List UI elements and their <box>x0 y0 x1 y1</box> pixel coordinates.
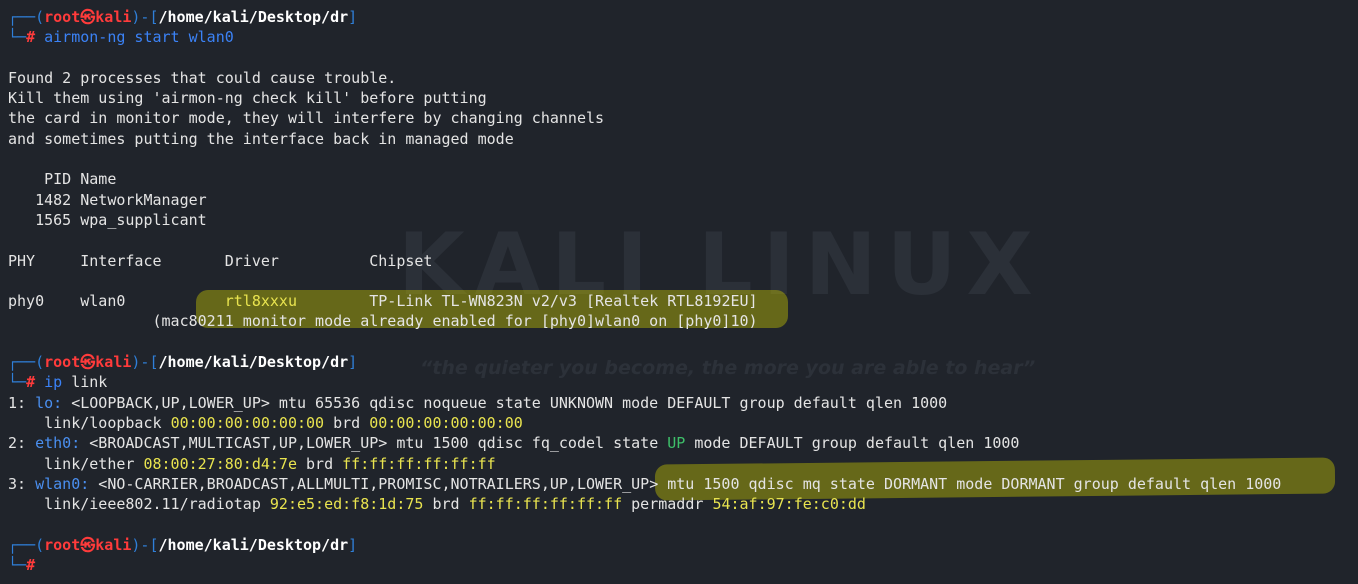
output-line: the card in monitor mode, they will inte… <box>8 109 605 128</box>
process-row: 1482 NetworkManager <box>8 190 207 209</box>
prompt-line-3: ┌──(root㉿kali)-[/home/kali/Desktop/dr] <box>8 535 358 554</box>
terminal[interactable]: ┌──(root㉿kali)-[/home/kali/Desktop/dr] └… <box>8 7 1358 575</box>
iface-wlan0: 3: wlan0: <NO-CARRIER,BROADCAST,ALLMULTI… <box>8 474 1282 493</box>
output-line: Kill them using 'airmon-ng check kill' b… <box>8 89 487 108</box>
interface-table-header: PHY Interface Driver Chipset <box>8 251 433 270</box>
interface-table-row: phy0 wlan0 rtl8xxxu TP-Link TL-WN823N v2… <box>8 292 758 311</box>
process-row: 1565 wpa_supplicant <box>8 210 207 229</box>
prompt-line-2: ┌──(root㉿kali)-[/home/kali/Desktop/dr] <box>8 353 358 372</box>
command-text: airmon-ng start wlan0 <box>44 28 234 47</box>
iface-eth0-link: link/ether 08:00:27:80:d4:7e brd ff:ff:f… <box>8 454 496 473</box>
iface-lo: 1: lo: <LOOPBACK,UP,LOWER_UP> mtu 65536 … <box>8 393 948 412</box>
output-line: and sometimes putting the interface back… <box>8 129 514 148</box>
process-header: PID Name <box>8 170 117 189</box>
monitor-mode-note: (mac80211 monitor mode already enabled f… <box>8 312 758 331</box>
command-line-2: └─# ip link <box>8 373 108 392</box>
iface-lo-link: link/loopback 00:00:00:00:00:00 brd 00:0… <box>8 413 523 432</box>
command-line-3[interactable]: └─# <box>8 555 1358 575</box>
terminal-cursor <box>44 558 53 574</box>
iface-wlan0-link: link/ieee802.11/radiotap 92:e5:ed:f8:1d:… <box>8 495 866 514</box>
command-line-1: └─# airmon-ng start wlan0 <box>8 28 234 47</box>
prompt-line-1: ┌──(root㉿kali)-[/home/kali/Desktop/dr] <box>8 8 358 26</box>
output-line: Found 2 processes that could cause troub… <box>8 68 397 87</box>
iface-eth0: 2: eth0: <BROADCAST,MULTICAST,UP,LOWER_U… <box>8 434 1020 453</box>
